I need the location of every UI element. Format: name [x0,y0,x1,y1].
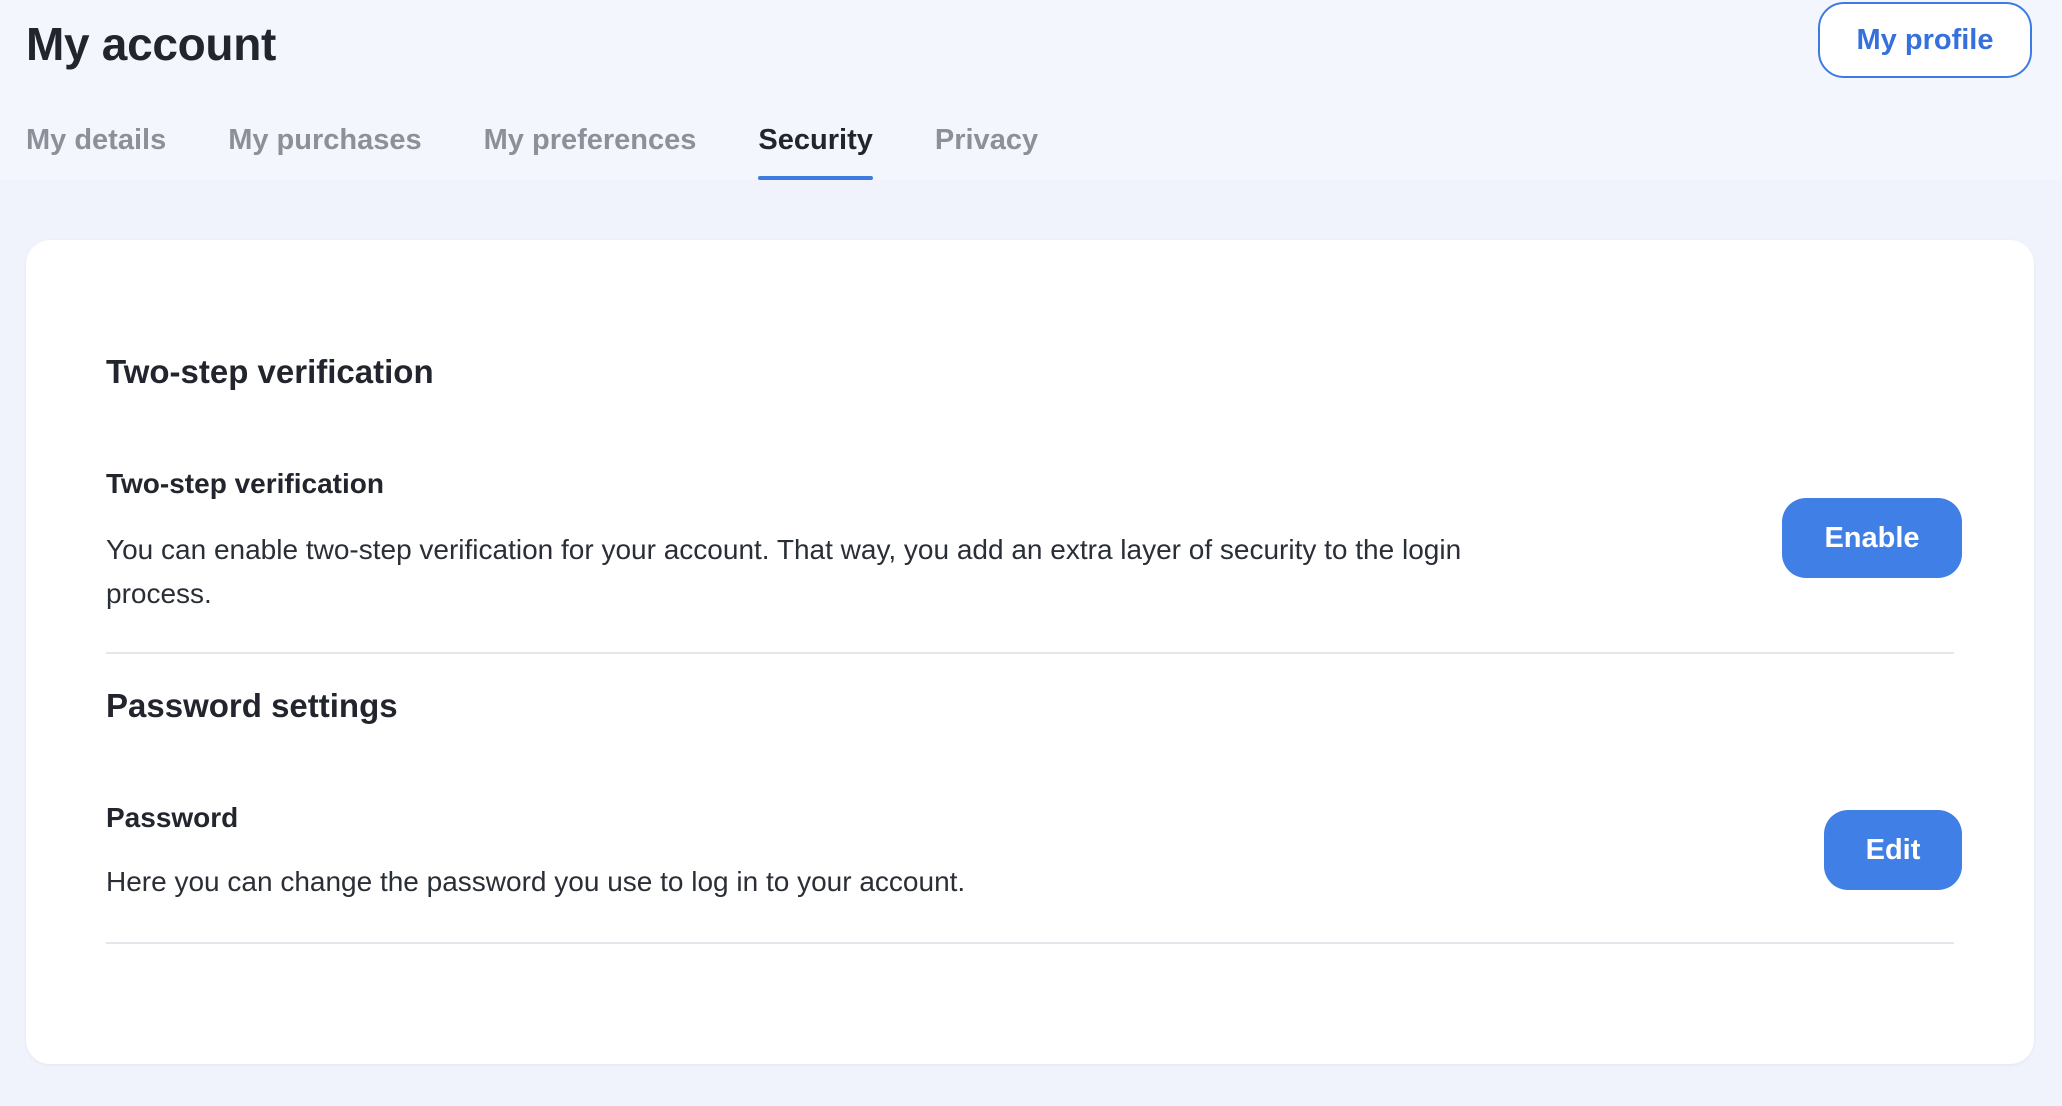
my-profile-button[interactable]: My profile [1818,2,2032,78]
page-header: My account My profile My details My purc… [0,0,2062,180]
section-divider [106,652,1954,654]
password-setting-label: Password [106,802,239,833]
page-title: My account [26,18,277,70]
edit-password-button[interactable]: Edit [1824,810,1962,890]
password-description: Here you can change the password you use… [106,866,966,897]
enable-two-step-button[interactable]: Enable [1782,498,1962,578]
two-step-setting-label: Two-step verification [106,468,384,499]
tab-my-preferences[interactable]: My preferences [484,118,697,180]
account-tabs: My details My purchases My preferences S… [26,118,1100,180]
account-page: My account My profile My details My purc… [0,0,2062,1106]
two-step-description: You can enable two-step verification for… [106,534,1462,609]
tab-my-details[interactable]: My details [26,118,166,180]
two-step-section-title: Two-step verification [106,353,434,390]
tab-security[interactable]: Security [758,118,874,180]
tab-my-purchases[interactable]: My purchases [228,118,421,180]
section-divider [106,942,1954,944]
password-section-title: Password settings [106,687,398,724]
tab-privacy[interactable]: Privacy [935,118,1038,180]
security-card: Two-step verification Two-step verificat… [26,240,2034,1064]
